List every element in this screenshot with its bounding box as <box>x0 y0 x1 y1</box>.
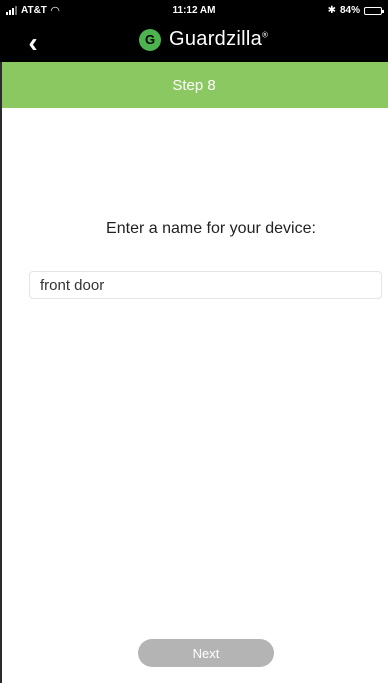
next-button[interactable]: Next <box>138 639 274 667</box>
guardzilla-logo-icon: G <box>139 28 161 51</box>
brand-logo: G Guardzilla® <box>139 28 268 51</box>
registered-mark: ® <box>262 30 269 40</box>
device-name-input[interactable] <box>29 271 382 299</box>
battery-percent: 84% <box>339 5 360 16</box>
step-header: Step 8 <box>0 62 388 108</box>
device-name-prompt: Enter a name for your device: <box>106 220 316 237</box>
status-bar: AT&T ◠ 11:12 AM ✱ 84% <box>0 0 388 22</box>
battery-icon <box>364 6 384 15</box>
app-screen: AT&T ◠ 11:12 AM ✱ 84% ‹ G Guardzilla® St… <box>0 0 388 683</box>
bluetooth-icon: ✱ <box>327 5 336 16</box>
brand-name-text: Guardzilla <box>169 28 263 50</box>
back-button[interactable]: ‹ <box>18 28 48 58</box>
top-bar: AT&T ◠ 11:12 AM ✱ 84% ‹ G Guardzilla® <box>0 0 388 62</box>
nav-bar: ‹ G Guardzilla® <box>0 22 388 62</box>
status-right: ✱ 84% <box>327 5 384 16</box>
step-title: Step 8 <box>172 76 216 94</box>
left-edge-divider <box>0 62 2 683</box>
brand-name: Guardzilla® <box>169 28 268 51</box>
